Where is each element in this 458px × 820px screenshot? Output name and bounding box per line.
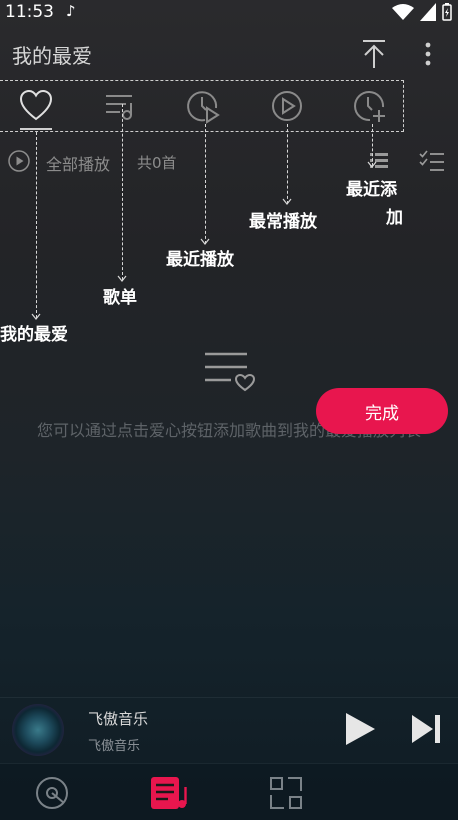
- scroll-top-button[interactable]: [360, 38, 388, 70]
- skip-next-icon: [412, 715, 440, 743]
- clock-play-icon: [187, 91, 220, 124]
- status-bar: 11:53 ♪: [0, 0, 458, 26]
- playlist-music-icon: [151, 777, 187, 809]
- disc-icon: [36, 777, 68, 809]
- battery-icon: [442, 3, 452, 21]
- play-button[interactable]: [344, 712, 376, 746]
- guide-label-recent-added-2: 加: [386, 208, 403, 228]
- music-note-icon: ♪: [66, 2, 76, 20]
- guide-line-playlist: [122, 104, 123, 280]
- guide-label-favorites: 我的最爱: [0, 325, 68, 345]
- guide-label-recent-added: 最近添: [346, 180, 397, 200]
- swap-frames-icon: [270, 777, 302, 809]
- track-title: 飞傲音乐: [88, 710, 149, 728]
- play-all-button[interactable]: [8, 150, 30, 172]
- arrow-down-icon: [282, 198, 292, 205]
- heart-icon: [19, 89, 53, 121]
- circle-play-icon: [272, 91, 302, 121]
- check-list-icon: [419, 150, 444, 171]
- wifi-icon: [392, 4, 414, 20]
- signal-icon: [420, 3, 436, 21]
- tab-most-played[interactable]: [269, 88, 305, 124]
- tab-recent-added[interactable]: [351, 88, 387, 124]
- arrow-down-icon: [367, 161, 377, 168]
- tab-playlist[interactable]: [102, 88, 138, 124]
- page-title: 我的最爱: [12, 44, 92, 68]
- nav-disc[interactable]: [34, 775, 70, 811]
- guide-line-favorites: [36, 132, 37, 318]
- upload-icon: [363, 40, 385, 68]
- tab-favorites[interactable]: [18, 88, 54, 124]
- guide-label-most-played: 最常播放: [249, 212, 317, 232]
- more-menu-button[interactable]: [418, 40, 438, 68]
- status-time: 11:53: [5, 2, 54, 22]
- tab-recent-played[interactable]: [185, 88, 221, 124]
- more-vertical-icon: [425, 42, 431, 66]
- empty-playlist-icon: [203, 350, 256, 392]
- guide-label-playlist: 歌单: [103, 288, 137, 308]
- circle-play-icon: [8, 150, 30, 172]
- track-artist: 飞傲音乐: [88, 739, 141, 754]
- guide-label-recent-played: 最近播放: [166, 250, 234, 270]
- play-all-label[interactable]: 全部播放: [46, 151, 110, 175]
- guide-line-most-played: [287, 124, 288, 204]
- playlist-icon: [106, 95, 132, 120]
- done-button[interactable]: 完成: [316, 388, 448, 434]
- guide-line-recent-played: [205, 124, 206, 244]
- status-icons: [392, 3, 452, 21]
- album-art[interactable]: [12, 704, 64, 756]
- nav-switch[interactable]: [268, 775, 304, 811]
- mini-player[interactable]: [0, 697, 458, 763]
- next-track-button[interactable]: [411, 714, 441, 744]
- song-count: 共0首: [137, 154, 177, 172]
- nav-library[interactable]: [150, 775, 187, 811]
- play-icon: [346, 713, 375, 745]
- clock-add-icon: [354, 91, 385, 122]
- active-tab-indicator: [20, 128, 52, 130]
- multi-select-button[interactable]: [419, 149, 445, 173]
